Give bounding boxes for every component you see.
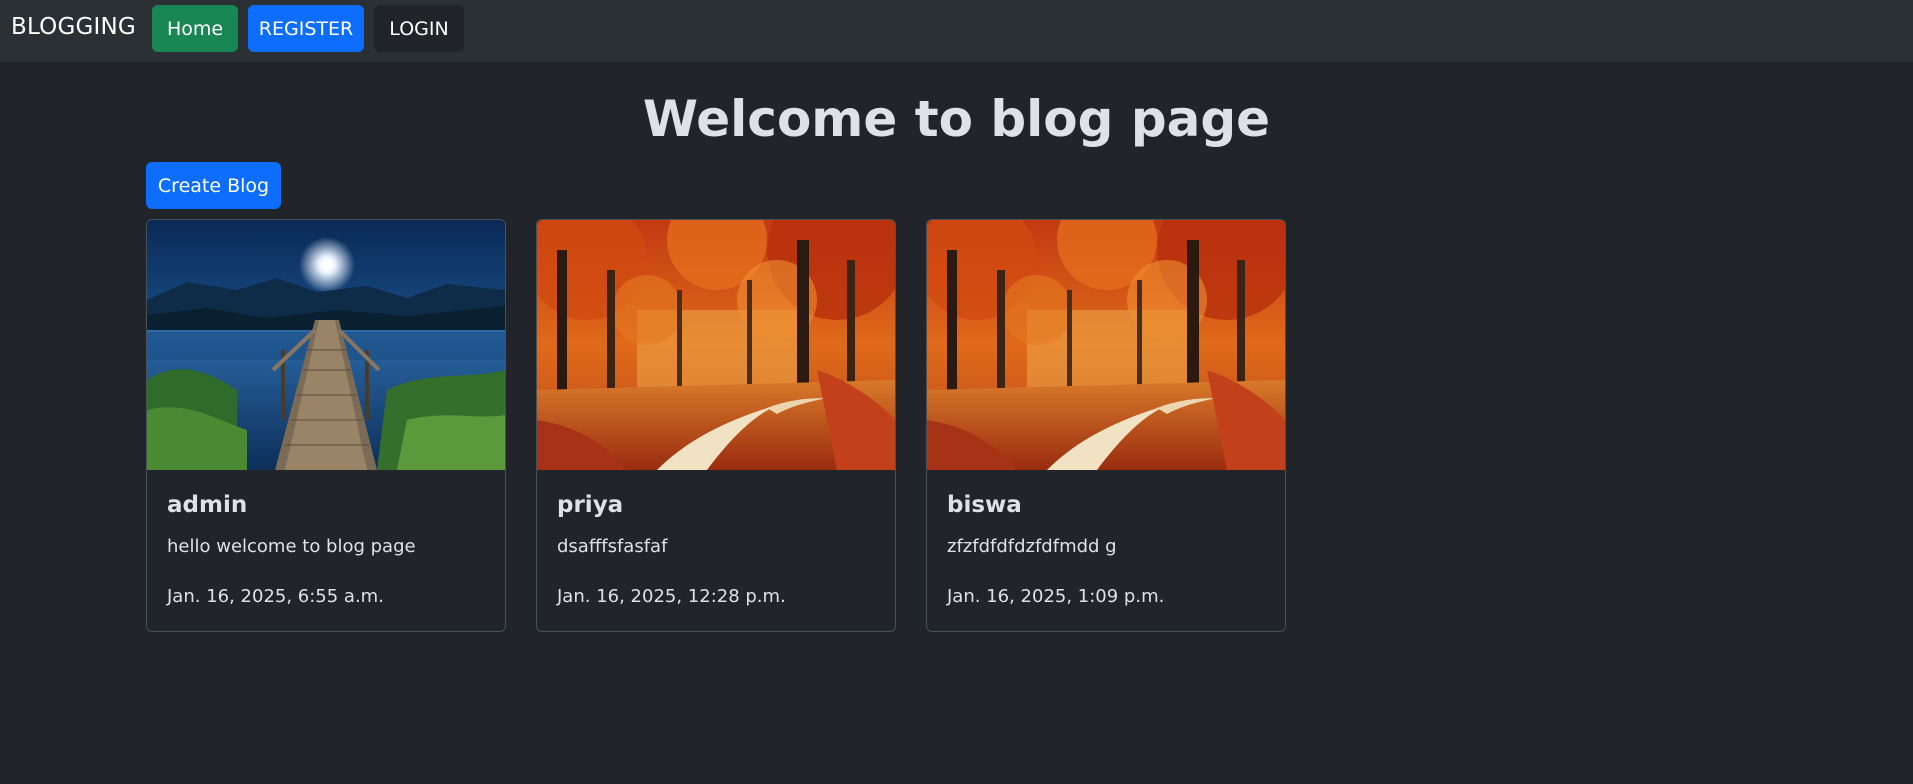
post-author: biswa xyxy=(947,492,1022,518)
post-content: dsafffsfasfaf xyxy=(557,536,668,557)
register-button[interactable]: REGISTER xyxy=(248,5,364,52)
blog-card: priya dsafffsfasfaf Jan. 16, 2025, 12:28… xyxy=(536,219,896,632)
blog-card: admin hello welcome to blog page Jan. 16… xyxy=(146,219,506,632)
page-title: Welcome to blog page xyxy=(642,90,1271,148)
blog-image xyxy=(537,220,895,470)
post-date: Jan. 16, 2025, 12:28 p.m. xyxy=(557,586,786,607)
post-author: priya xyxy=(557,492,624,518)
navbar: BLOGGING Home REGISTER LOGIN xyxy=(0,0,1913,62)
post-content: zfzfdfdfdzfdfmdd g xyxy=(947,536,1117,557)
blog-image xyxy=(147,220,505,470)
login-button[interactable]: LOGIN xyxy=(374,5,464,52)
post-author: admin xyxy=(167,492,248,518)
brand-link[interactable]: BLOGGING xyxy=(11,14,136,40)
post-date: Jan. 16, 2025, 1:09 p.m. xyxy=(947,586,1165,607)
blog-image xyxy=(927,220,1285,470)
post-date: Jan. 16, 2025, 6:55 a.m. xyxy=(167,586,384,607)
post-content: hello welcome to blog page xyxy=(167,536,416,557)
blog-card: biswa zfzfdfdfdzfdfmdd g Jan. 16, 2025, … xyxy=(926,219,1286,632)
create-blog-button[interactable]: Create Blog xyxy=(146,162,281,209)
home-button[interactable]: Home xyxy=(152,5,238,52)
